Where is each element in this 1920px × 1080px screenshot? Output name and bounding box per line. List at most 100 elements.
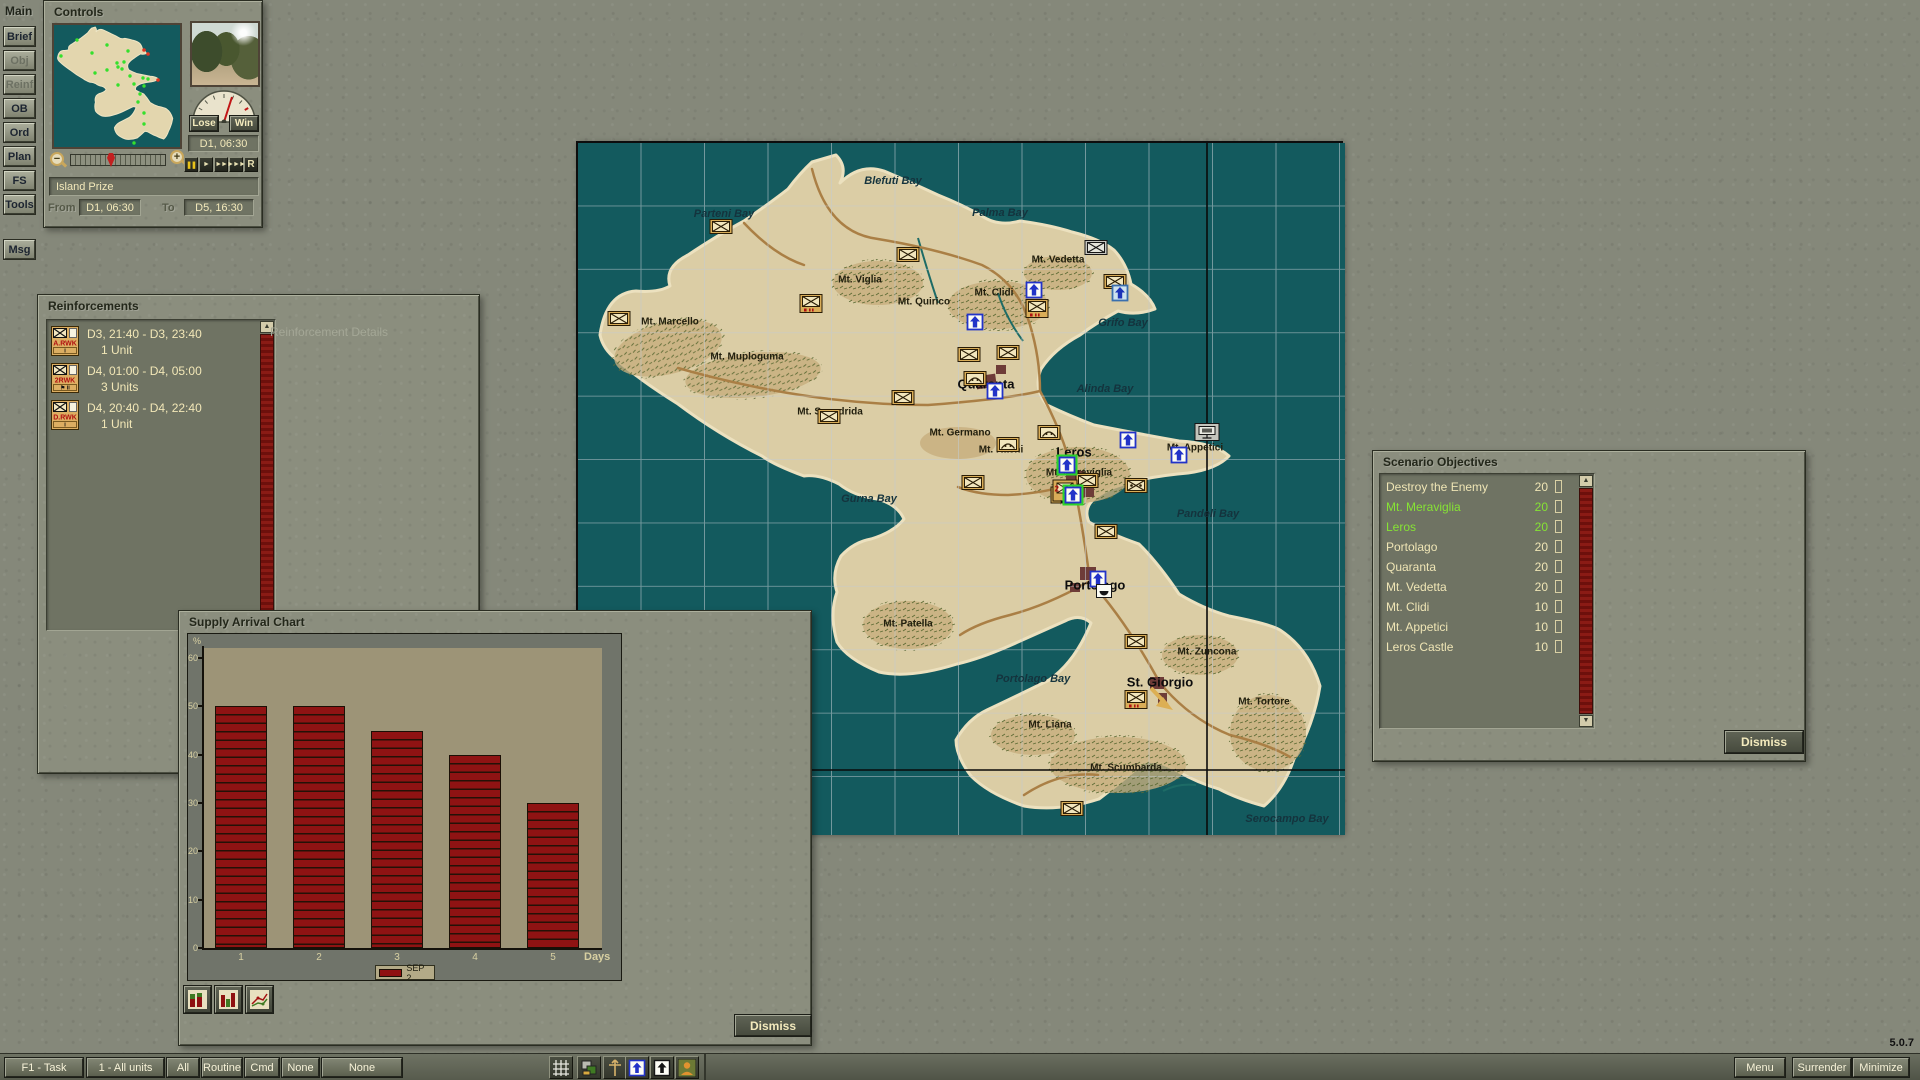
unit-counter-paratroop[interactable]: [1065, 487, 1082, 504]
time-slider[interactable]: [70, 154, 166, 166]
objectives-dismiss-button[interactable]: Dismiss: [1725, 731, 1803, 753]
objectives-list[interactable]: Destroy the Enemy20Mt. Meraviglia20Leros…: [1379, 473, 1595, 729]
unit-counter-artillery[interactable]: [1038, 425, 1061, 441]
unit-counter-infantry[interactable]: [1125, 634, 1148, 650]
minimap[interactable]: [52, 23, 182, 149]
objective-row[interactable]: Mt. Appetici10: [1386, 618, 1574, 638]
unit-counter-infantry[interactable]: [892, 390, 915, 406]
toolbar-button-1-all-units[interactable]: 1 - All units: [87, 1058, 164, 1077]
stacked-bar-chart-icon[interactable]: [184, 986, 211, 1013]
unit-counter-infantry[interactable]: [818, 409, 841, 425]
sidebar-item-plan[interactable]: Plan: [4, 147, 35, 166]
unit-counter-paratroop[interactable]: [1171, 447, 1188, 464]
toolbar-button-all[interactable]: All: [167, 1058, 199, 1077]
chart-x-tick-label: 3: [387, 952, 407, 963]
toolbar-button-f1-task[interactable]: F1 - Task: [5, 1058, 83, 1077]
lose-button[interactable]: Lose: [190, 116, 218, 131]
objective-row[interactable]: Mt. Meraviglia20: [1386, 498, 1574, 518]
unit-counter-support[interactable]: [1096, 584, 1112, 598]
sidebar-item-ord[interactable]: Ord: [4, 123, 35, 142]
line-chart-icon[interactable]: [246, 986, 273, 1013]
objective-row[interactable]: Destroy the Enemy20: [1386, 478, 1574, 498]
unit-counter-paratroop[interactable]: [987, 383, 1004, 400]
objective-row[interactable]: Mt. Clidi10: [1386, 598, 1574, 618]
scrollbar-track[interactable]: [1579, 488, 1593, 714]
unit-counter-paratroop[interactable]: [1059, 457, 1076, 474]
unit-counter-artillery[interactable]: [964, 371, 987, 387]
unit-counter-infantry[interactable]: [1061, 801, 1084, 817]
pause-button[interactable]: ❚❚: [184, 157, 198, 172]
chart-y-tick-mark: [198, 705, 202, 707]
objective-value: 10: [1535, 620, 1548, 634]
unit-counter-weapons[interactable]: [1125, 478, 1148, 494]
sidebar-item-obj[interactable]: Obj: [4, 51, 35, 70]
toolbar-button-cmd[interactable]: Cmd: [245, 1058, 279, 1077]
unit-counter-infantry-mech[interactable]: [1026, 299, 1049, 319]
objective-row[interactable]: Mt. Vedetta20: [1386, 578, 1574, 598]
legend-swatch: [379, 969, 402, 977]
waypoint-cross-icon[interactable]: [603, 1056, 627, 1079]
sidebar-item-fs[interactable]: FS: [4, 171, 35, 190]
objective-row[interactable]: Portolago20: [1386, 538, 1574, 558]
unit-counter-infantry[interactable]: [608, 311, 631, 327]
fast-forward-button[interactable]: ►►: [214, 157, 228, 172]
toolbar-button-routine[interactable]: Routine: [202, 1058, 242, 1077]
scroll-up-icon[interactable]: ▲: [1579, 475, 1593, 487]
reinforcement-row[interactable]: D.RWKID4, 20:40 - D4, 22:401 Unit: [51, 400, 247, 434]
chart-dismiss-button[interactable]: Dismiss: [735, 1015, 811, 1036]
reinforcements-list[interactable]: A.RWKID3, 21:40 - D3, 23:401 Unit2RWK⚑ I…: [46, 319, 276, 631]
unit-counter-infantry-mech[interactable]: [800, 294, 823, 314]
time-slider-thumb[interactable]: [107, 153, 115, 167]
toolbar-button-menu[interactable]: Menu: [1735, 1058, 1785, 1077]
unit-counter-enemy-infantry[interactable]: [1085, 240, 1108, 256]
unit-counter-infantry-mech[interactable]: [1125, 690, 1148, 710]
objective-status-icon: [1555, 520, 1562, 533]
fastest-forward-button[interactable]: ►►►: [229, 157, 243, 172]
legend-series-name: SEP 2: [406, 963, 431, 983]
sidebar-item-reinf[interactable]: Reinf: [4, 75, 35, 94]
unit-counter-enemy-hq[interactable]: [1195, 423, 1220, 441]
reinforcement-row[interactable]: 2RWK⚑ IID4, 01:00 - D4, 05:003 Units: [51, 363, 247, 397]
reinforcement-row[interactable]: A.RWKID3, 21:40 - D3, 23:401 Unit: [51, 326, 247, 360]
toolbar-button-minimize[interactable]: Minimize: [1853, 1058, 1909, 1077]
sidebar-item-ob[interactable]: OB: [4, 99, 35, 118]
reinforcement-details-label: Reinforcement Details: [270, 325, 388, 339]
unit-counter-infantry[interactable]: [1095, 524, 1118, 540]
unit-counters-icon[interactable]: [577, 1056, 601, 1079]
unit-counter-airlanding[interactable]: [1112, 285, 1129, 302]
objective-row[interactable]: Leros20: [1386, 518, 1574, 538]
scroll-down-icon[interactable]: ▼: [1579, 715, 1593, 727]
objective-value: 10: [1535, 600, 1548, 614]
unit-counter-paratroop[interactable]: [1026, 282, 1043, 299]
arrow-symbol-icon[interactable]: [650, 1056, 674, 1079]
unit-counter-artillery[interactable]: [997, 437, 1020, 453]
win-button[interactable]: Win: [230, 116, 258, 131]
play-button[interactable]: ►: [199, 157, 213, 172]
objective-name: Portolago: [1386, 540, 1437, 554]
svg-text:⚑ II: ⚑ II: [60, 385, 70, 392]
sidebar-item-tools[interactable]: Tools: [4, 195, 35, 214]
grid-icon[interactable]: [549, 1056, 573, 1079]
scrollbar-track[interactable]: [260, 334, 274, 629]
unit-counter-infantry[interactable]: [958, 347, 981, 363]
chart-y-tick-mark: [198, 754, 202, 756]
unit-counter-infantry[interactable]: [997, 345, 1020, 361]
zoom-out-icon[interactable]: −: [50, 152, 64, 166]
commander-icon[interactable]: [675, 1056, 699, 1079]
nato-symbol-icon[interactable]: [625, 1056, 649, 1079]
unit-counter-infantry[interactable]: [710, 219, 733, 235]
unit-counter-paratroop[interactable]: [967, 314, 984, 331]
objective-row[interactable]: Leros Castle10: [1386, 638, 1574, 658]
unit-counter-paratroop[interactable]: [1120, 432, 1137, 449]
unit-counter-infantry[interactable]: [897, 247, 920, 263]
unit-counter-infantry[interactable]: [962, 475, 985, 491]
sidebar-item-msg[interactable]: Msg: [4, 240, 35, 259]
zoom-in-icon[interactable]: +: [170, 150, 184, 164]
restart-button[interactable]: R: [244, 157, 258, 172]
objective-row[interactable]: Quaranta20: [1386, 558, 1574, 578]
toolbar-button-surrender[interactable]: Surrender: [1793, 1058, 1851, 1077]
toolbar-button-none[interactable]: None: [322, 1058, 402, 1077]
grouped-bar-chart-icon[interactable]: [215, 986, 242, 1013]
sidebar-item-brief[interactable]: Brief: [4, 27, 35, 46]
toolbar-button-none[interactable]: None: [282, 1058, 319, 1077]
